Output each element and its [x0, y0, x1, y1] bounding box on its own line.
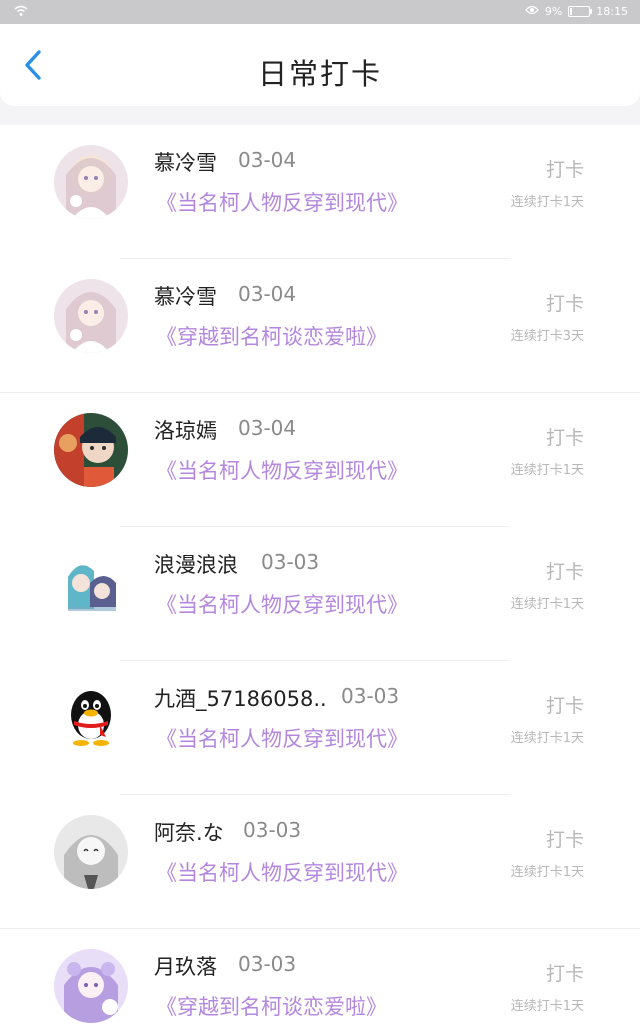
- book-title-link[interactable]: 《穿越到名柯谈恋爱啦》: [156, 321, 387, 351]
- user-name: 月玖落: [154, 955, 217, 979]
- book-title-link[interactable]: 《当名柯人物反穿到现代》: [156, 455, 408, 485]
- user-name: 九酒_57186058..: [154, 687, 327, 711]
- checkin-button[interactable]: 打卡: [546, 825, 584, 852]
- clock: 18:15: [596, 5, 628, 18]
- avatar[interactable]: [54, 547, 128, 621]
- avatar[interactable]: [54, 815, 128, 889]
- list-item[interactable]: 九酒_57186058.. 03-03 《当名柯人物反穿到现代》 打卡 连续打卡…: [0, 661, 640, 795]
- battery-icon: [568, 6, 593, 17]
- wifi-icon: [14, 5, 28, 20]
- streak-label: 连续打卡1天: [510, 463, 584, 478]
- avatar[interactable]: [54, 681, 128, 755]
- user-name: 洛琼嫣: [154, 419, 217, 443]
- checkin-date: 03-03: [341, 684, 400, 708]
- battery-fill: [570, 8, 572, 15]
- book-title-link[interactable]: 《当名柯人物反穿到现代》: [156, 589, 408, 619]
- streak-label: 连续打卡1天: [510, 195, 584, 210]
- user-name: 浪漫浪浪: [154, 553, 238, 577]
- list-item[interactable]: 慕冷雪 03-04 《穿越到名柯谈恋爱啦》 打卡 连续打卡3天: [0, 259, 640, 393]
- page-title: 日常打卡: [257, 57, 382, 91]
- user-name: 慕冷雪: [154, 151, 217, 175]
- checkin-list: 慕冷雪 03-04 《当名柯人物反穿到现代》 打卡 连续打卡1天 慕冷雪 03-…: [0, 125, 640, 1024]
- avatar[interactable]: [54, 949, 128, 1023]
- checkin-date: 03-03: [238, 952, 297, 976]
- list-item[interactable]: 慕冷雪 03-04 《当名柯人物反穿到现代》 打卡 连续打卡1天: [0, 125, 640, 259]
- checkin-button[interactable]: 打卡: [546, 557, 584, 584]
- streak-label: 连续打卡3天: [510, 329, 584, 344]
- checkin-date: 03-04: [238, 148, 297, 172]
- checkin-button[interactable]: 打卡: [546, 155, 584, 182]
- book-title-link[interactable]: 《当名柯人物反穿到现代》: [156, 187, 408, 217]
- user-name: 慕冷雪: [154, 285, 217, 309]
- checkin-date: 03-04: [238, 282, 297, 306]
- avatar[interactable]: [54, 145, 128, 219]
- battery-percent: 9%: [544, 5, 563, 18]
- checkin-button[interactable]: 打卡: [546, 289, 584, 316]
- streak-label: 连续打卡1天: [510, 731, 584, 746]
- book-title-link[interactable]: 《当名柯人物反穿到现代》: [156, 723, 408, 753]
- header: 日常打卡: [0, 24, 640, 106]
- list-item[interactable]: 洛琼嫣 03-04 《当名柯人物反穿到现代》 打卡 连续打卡1天: [0, 393, 640, 527]
- book-title-link[interactable]: 《穿越到名柯谈恋爱啦》: [156, 991, 387, 1021]
- streak-label: 连续打卡1天: [510, 999, 584, 1014]
- list-item[interactable]: 浪漫浪浪 03-03 《当名柯人物反穿到现代》 打卡 连续打卡1天: [0, 527, 640, 661]
- checkin-button[interactable]: 打卡: [546, 691, 584, 718]
- eye-icon: [524, 5, 539, 18]
- checkin-button[interactable]: 打卡: [546, 423, 584, 450]
- status-bar: 9% 18:15: [0, 0, 640, 24]
- status-right: 9% 18:15: [524, 5, 628, 18]
- penguin-icon: [54, 681, 128, 755]
- checkin-date: 03-03: [261, 550, 320, 574]
- avatar[interactable]: [54, 413, 128, 487]
- book-title-link[interactable]: 《当名柯人物反穿到现代》: [156, 857, 408, 887]
- checkin-date: 03-03: [243, 818, 302, 842]
- streak-label: 连续打卡1天: [510, 597, 584, 612]
- list-item[interactable]: 阿奈.な 03-03 《当名柯人物反穿到现代》 打卡 连续打卡1天: [0, 795, 640, 929]
- checkin-button[interactable]: 打卡: [546, 959, 584, 986]
- user-name: 阿奈.な: [154, 821, 224, 845]
- streak-label: 连续打卡1天: [510, 865, 584, 880]
- checkin-date: 03-04: [238, 416, 297, 440]
- avatar[interactable]: [54, 279, 128, 353]
- list-item[interactable]: 月玖落 03-03 《穿越到名柯谈恋爱啦》 打卡 连续打卡1天: [0, 929, 640, 1024]
